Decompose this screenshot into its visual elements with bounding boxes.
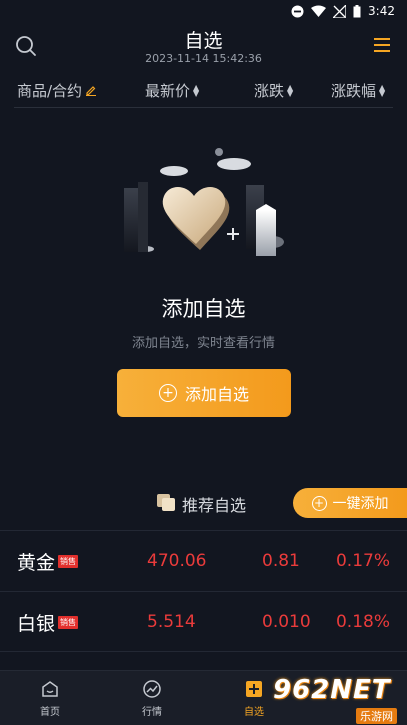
column-price-label: 最新价 xyxy=(145,82,191,100)
recommend-section: 推荐自选 + 一键添加 xyxy=(0,486,407,520)
empty-watchlist-illustration xyxy=(112,140,302,270)
home-icon xyxy=(42,681,58,697)
one-click-add-button[interactable]: + 一键添加 xyxy=(293,488,407,518)
recommend-text: 推荐自选 xyxy=(182,496,247,515)
sort-icon: ▲ ▼ xyxy=(379,82,386,98)
item-price: 5.514 xyxy=(147,612,196,632)
do-not-disturb-icon xyxy=(291,5,304,18)
item-name: 白银 销售 xyxy=(17,609,79,636)
column-name[interactable]: 商品/合约 xyxy=(17,80,97,101)
signal-off-icon xyxy=(333,4,347,18)
empty-subtitle: 添加自选，实时查看行情 xyxy=(131,336,275,351)
add-watchlist-label: 添加自选 xyxy=(184,385,249,404)
site-watermark-logo: 962NET 乐游网 xyxy=(273,675,403,724)
column-pct[interactable]: 涨跌幅 ▲ ▼ xyxy=(331,80,385,101)
column-name-label: 商品/合约 xyxy=(17,82,83,100)
status-bar: 3:42 xyxy=(0,0,407,22)
item-price: 470.06 xyxy=(147,551,207,571)
watermark-subtext: 乐游网 xyxy=(356,708,397,724)
item-name-text: 白银 xyxy=(17,613,56,635)
item-name: 黄金 销售 xyxy=(17,548,79,575)
item-change: 0.010 xyxy=(262,612,311,632)
status-badge: 销售 xyxy=(58,555,79,568)
watermark-text: 962NET xyxy=(273,675,391,705)
nav-market[interactable]: 行情 xyxy=(122,679,182,718)
column-change[interactable]: 涨跌 ▲ ▼ xyxy=(254,80,293,101)
add-square-icon xyxy=(246,681,262,697)
header: 自选 2023-11-14 15:42:36 xyxy=(0,22,407,70)
status-time: 3:42 xyxy=(368,4,395,18)
item-pct: 0.17% xyxy=(335,551,390,571)
nav-market-label: 行情 xyxy=(142,707,162,718)
recommend-label: 推荐自选 xyxy=(157,492,246,516)
nav-home-label: 首页 xyxy=(40,707,60,718)
divider xyxy=(14,107,393,108)
empty-title: 添加自选 xyxy=(161,297,246,321)
status-badge: 销售 xyxy=(58,616,79,629)
list-item[interactable]: 白银 销售 5.514 0.010 0.18% xyxy=(0,591,407,652)
column-pct-label: 涨跌幅 xyxy=(331,82,377,100)
one-click-add-label: 一键添加 xyxy=(332,496,389,512)
add-watchlist-button[interactable]: + 添加自选 xyxy=(117,369,291,417)
column-price[interactable]: 最新价 ▲ ▼ xyxy=(145,80,199,101)
trend-icon xyxy=(143,680,161,698)
plus-circle-icon: + xyxy=(158,384,177,402)
battery-icon xyxy=(353,4,361,18)
recommend-icon xyxy=(157,493,176,515)
edit-icon[interactable] xyxy=(85,82,97,100)
list-item[interactable]: 黄金 销售 470.06 0.81 0.17% xyxy=(0,530,407,591)
item-name-text: 黄金 xyxy=(17,552,56,574)
nav-home[interactable]: 首页 xyxy=(20,679,80,718)
sort-icon: ▲ ▼ xyxy=(193,82,200,98)
item-change: 0.81 xyxy=(262,551,300,571)
menu-icon[interactable] xyxy=(373,37,391,53)
item-pct: 0.18% xyxy=(335,612,390,632)
nav-watchlist-label: 自选 xyxy=(244,707,264,718)
column-header: 商品/合约 最新价 ▲ ▼ 涨跌 ▲ ▼ 涨跌幅 ▲ ▼ xyxy=(0,74,407,108)
plus-circle-icon: + xyxy=(311,495,327,511)
wifi-icon xyxy=(311,5,327,17)
update-time: 2023-11-14 15:42:36 xyxy=(145,52,262,65)
sort-icon: ▲ ▼ xyxy=(287,82,294,98)
column-change-label: 涨跌 xyxy=(254,82,285,100)
page-title: 自选 xyxy=(184,30,223,52)
